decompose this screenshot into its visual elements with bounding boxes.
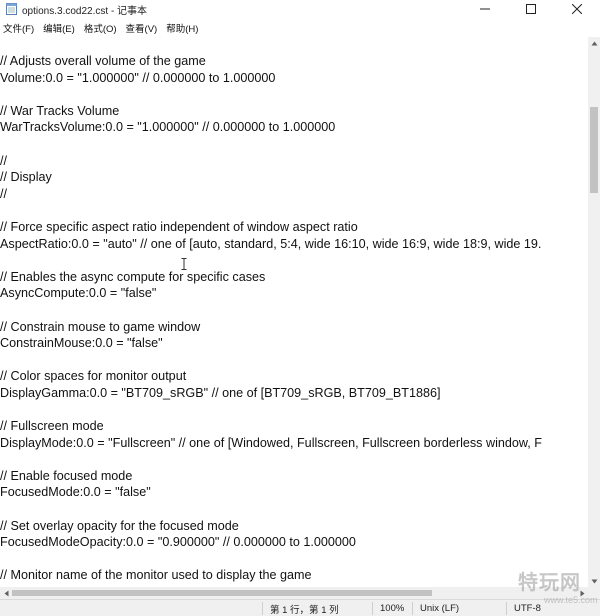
text-line[interactable] xyxy=(0,551,542,568)
text-line[interactable] xyxy=(0,202,542,219)
text-line[interactable] xyxy=(0,401,542,418)
watermark-text: 特玩网 xyxy=(518,570,581,594)
status-separator xyxy=(506,602,507,615)
text-line[interactable]: // Constrain mouse to game window xyxy=(0,319,542,336)
text-line[interactable]: WarTracksVolume:0.0 = "1.000000" // 0.00… xyxy=(0,119,542,136)
window-controls xyxy=(462,0,600,18)
text-line[interactable]: FocusedModeOpacity:0.0 = "0.900000" // 0… xyxy=(0,534,542,551)
minimize-button[interactable] xyxy=(462,0,508,18)
vertical-scrollbar[interactable] xyxy=(588,37,600,587)
status-line-ending: Unix (LF) xyxy=(420,603,460,614)
text-line[interactable] xyxy=(0,352,542,369)
text-line[interactable] xyxy=(0,136,542,153)
text-line[interactable] xyxy=(0,252,542,269)
text-line[interactable]: DisplayGamma:0.0 = "BT709_sRGB" // one o… xyxy=(0,385,542,402)
text-line[interactable]: // xyxy=(0,186,542,203)
horizontal-scroll-thumb[interactable] xyxy=(12,590,432,596)
text-line[interactable]: AsyncCompute:0.0 = "false" xyxy=(0,285,542,302)
i-beam-cursor-icon xyxy=(181,258,187,270)
notepad-window: options.3.cod22.cst - 记事本 文件(F) 编辑(E) 格式… xyxy=(0,0,600,616)
text-editor[interactable]: // Adjusts overall volume of the game Vol… xyxy=(0,37,588,587)
text-line[interactable]: // Enables the async compute for specifi… xyxy=(0,269,542,286)
text-line[interactable]: DisplayMode:0.0 = "Fullscreen" // one of… xyxy=(0,435,542,452)
title-bar[interactable]: options.3.cod22.cst - 记事本 xyxy=(0,0,600,18)
text-line[interactable]: // Set overlay opacity for the focused m… xyxy=(0,518,542,535)
text-line[interactable]: // War Tracks Volume xyxy=(0,103,542,120)
scroll-up-button[interactable] xyxy=(588,37,600,49)
text-line[interactable]: Volume:0.0 = "1.000000" // 0.000000 to 1… xyxy=(0,70,542,87)
vertical-scroll-thumb[interactable] xyxy=(590,107,598,193)
arrow-up-icon xyxy=(591,41,597,45)
text-line[interactable]: // Force specific aspect ratio independe… xyxy=(0,219,542,236)
window-title: options.3.cod22.cst - 记事本 xyxy=(22,5,148,17)
close-button[interactable] xyxy=(554,0,600,18)
minimize-icon xyxy=(480,8,490,10)
status-separator xyxy=(412,602,413,615)
text-line[interactable] xyxy=(0,451,542,468)
text-line[interactable]: // Enable focused mode xyxy=(0,468,542,485)
menu-format[interactable]: 格式(O) xyxy=(81,21,123,35)
text-line[interactable]: // Color spaces for monitor output xyxy=(0,368,542,385)
text-line[interactable] xyxy=(0,86,542,103)
text-line[interactable]: // Display xyxy=(0,169,542,186)
maximize-icon xyxy=(526,4,536,14)
notepad-icon xyxy=(6,3,17,15)
status-separator xyxy=(262,602,263,615)
text-line[interactable]: AspectRatio:0.0 = "auto" // one of [auto… xyxy=(0,236,542,253)
menu-edit[interactable]: 编辑(E) xyxy=(40,21,81,35)
status-zoom: 100% xyxy=(380,603,405,614)
text-line[interactable]: // xyxy=(0,153,542,170)
text-line[interactable]: // Monitor name of the monitor used to d… xyxy=(0,567,542,584)
text-line[interactable] xyxy=(0,501,542,518)
scroll-left-button[interactable] xyxy=(0,587,12,599)
horizontal-scrollbar[interactable] xyxy=(0,587,588,599)
watermark-url: www.te5.com xyxy=(544,595,598,605)
status-cursor-position: 第 1 行，第 1 列 xyxy=(270,604,339,616)
menu-help[interactable]: 帮助(H) xyxy=(163,21,204,35)
menu-bar: 文件(F) 编辑(E) 格式(O) 查看(V) 帮助(H) xyxy=(0,18,600,37)
text-line[interactable]: FocusedMode:0.0 = "false" xyxy=(0,484,542,501)
maximize-button[interactable] xyxy=(508,0,554,18)
site-watermark: 特玩网 www.te5.com xyxy=(510,566,598,614)
text-line[interactable]: // Fullscreen mode xyxy=(0,418,542,435)
menu-file[interactable]: 文件(F) xyxy=(0,21,40,35)
arrow-left-icon xyxy=(4,590,8,596)
close-icon xyxy=(572,4,582,14)
status-separator xyxy=(372,602,373,615)
text-line[interactable] xyxy=(0,302,542,319)
text-line[interactable]: // Adjusts overall volume of the game xyxy=(0,53,542,70)
text-line[interactable]: ConstrainMouse:0.0 = "false" xyxy=(0,335,542,352)
editor-content[interactable]: // Adjusts overall volume of the game Vol… xyxy=(0,53,542,584)
menu-view[interactable]: 查看(V) xyxy=(123,21,164,35)
